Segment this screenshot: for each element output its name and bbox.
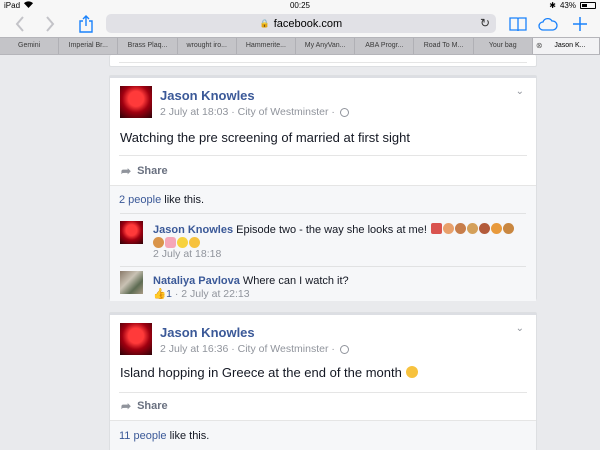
boy-emoji-icon: [491, 223, 503, 235]
status-bar: iPad 00:25 ✱ 43%: [0, 0, 600, 11]
likes-count-link[interactable]: 2 people: [119, 194, 161, 206]
tab-brass-plaque[interactable]: Brass Plaq...: [118, 38, 178, 54]
post-author[interactable]: Jason Knowles: [160, 88, 255, 103]
house-emoji-icon: [431, 223, 443, 235]
post-text: Island hopping in Greece at the end of t…: [120, 365, 418, 380]
emoji-row: [153, 237, 200, 249]
chevron-down-icon[interactable]: ⌄: [516, 86, 524, 97]
share-button[interactable]: ➦ Share: [121, 164, 168, 178]
tab-gemini[interactable]: Gemini: [0, 38, 60, 54]
globe-icon: [339, 344, 349, 354]
tab-jason-knowles[interactable]: ⊗ Jason K...: [532, 38, 600, 54]
comment-meta: 👍1 · 2 July at 22:13: [153, 287, 250, 300]
post-card: Jason Knowles 2 July at 16:36 · City of …: [109, 312, 537, 450]
address-bar[interactable]: 🔒 facebook.com ↻: [106, 14, 496, 33]
share-arrow-icon: ➦: [121, 399, 132, 413]
bluetooth-icon: ✱: [549, 1, 556, 10]
grin-emoji-icon: [189, 237, 200, 249]
tab-wrought-iron[interactable]: wrought iro...: [178, 38, 237, 54]
divider: [120, 213, 526, 214]
comment-text: Where can I watch it?: [239, 275, 349, 287]
reload-icon[interactable]: ↻: [480, 16, 490, 30]
new-tab-icon[interactable]: [570, 14, 590, 34]
comment-timestamp[interactable]: · 2 July at 22:13: [172, 288, 250, 300]
thumbs-up-icon: 👍: [153, 288, 167, 300]
comment-text: Episode two - the way she looks at me!: [233, 224, 427, 236]
tab-aba-progress[interactable]: ABA Progr...: [355, 38, 415, 54]
kiss-emoji-icon: [479, 223, 491, 235]
share-sheet-icon[interactable]: [76, 14, 96, 34]
family-emoji-icon: [443, 223, 455, 235]
tab-strip: Gemini Imperial Br... Brass Plaq... wrou…: [0, 37, 600, 55]
tab-imperial[interactable]: Imperial Br...: [59, 38, 119, 54]
likes-summary: 2 people like this.: [119, 194, 204, 206]
girl-emoji-icon: [503, 223, 515, 235]
wink-emoji-icon: [177, 237, 188, 249]
bookmarks-icon[interactable]: [508, 14, 528, 34]
divider: [119, 392, 527, 393]
share-label: Share: [137, 165, 168, 177]
divider: [119, 155, 527, 156]
post-author[interactable]: Jason Knowles: [160, 325, 255, 340]
grin-emoji-icon: [405, 366, 418, 378]
globe-icon: [339, 107, 349, 117]
likes-summary: 11 people like this.: [119, 430, 209, 442]
comment-avatar[interactable]: [120, 271, 143, 294]
cloud-tabs-icon[interactable]: [538, 14, 558, 34]
previous-post-remnant: [109, 55, 537, 67]
feedback-area: 11 people like this.: [110, 420, 536, 450]
divider: [120, 266, 526, 267]
comment-author[interactable]: Nataliya Pavlova: [153, 275, 240, 287]
post-meta: 2 July at 16:36 · City of Westminster ·: [160, 343, 349, 355]
tab-hammerite[interactable]: Hammerite...: [237, 38, 297, 54]
couple-emoji-icon: [455, 223, 467, 235]
likes-count-link[interactable]: 11 people: [119, 430, 167, 442]
feedback-area: 2 people like this. Jason Knowles Episod…: [110, 185, 536, 301]
likes-suffix: like this.: [161, 194, 205, 206]
divider: [119, 62, 527, 63]
battery-icon: [580, 2, 596, 9]
battery-percent: 43%: [559, 1, 576, 10]
tab-anyvan[interactable]: My AnyVan...: [296, 38, 356, 54]
avatar[interactable]: [120, 86, 152, 118]
tab-your-bag[interactable]: Your bag: [474, 38, 533, 54]
post-card: Jason Knowles 2 July at 18:03 · City of …: [109, 75, 537, 301]
post-meta: 2 July at 18:03 · City of Westminster ·: [160, 106, 349, 118]
share-label: Share: [137, 400, 168, 412]
back-icon[interactable]: [10, 14, 30, 34]
clock: 00:25: [289, 1, 311, 10]
post-text-body: Island hopping in Greece at the end of t…: [120, 365, 402, 380]
card-top-border: [110, 313, 536, 315]
comment: Jason Knowles Episode two - the way she …: [153, 220, 515, 238]
post-timestamp[interactable]: 2 July at 18:03 · City of Westminster ·: [160, 106, 335, 118]
post-timestamp[interactable]: 2 July at 16:36 · City of Westminster ·: [160, 343, 335, 355]
people-emoji-icon: [467, 223, 479, 235]
card-top-border: [110, 76, 536, 78]
share-arrow-icon: ➦: [121, 164, 132, 178]
lock-icon: 🔒: [259, 19, 270, 28]
forward-icon[interactable]: [40, 14, 60, 34]
url-text: facebook.com: [273, 17, 343, 30]
tab-road-to[interactable]: Road To M...: [414, 38, 474, 54]
likes-suffix: like this.: [166, 430, 210, 442]
woman-emoji-icon: [153, 237, 164, 249]
close-tab-icon[interactable]: ⊗: [536, 38, 543, 54]
heart-emoji-icon: [165, 237, 176, 249]
share-button[interactable]: ➦ Share: [121, 399, 168, 413]
post-text: Watching the pre screening of married at…: [120, 130, 410, 145]
avatar[interactable]: [120, 323, 152, 355]
chevron-down-icon[interactable]: ⌄: [516, 323, 524, 334]
comment-avatar[interactable]: [120, 221, 143, 244]
browser-toolbar: 🔒 facebook.com ↻: [0, 11, 600, 37]
emoji-row: [431, 223, 515, 235]
comment-meta[interactable]: 2 July at 18:18: [153, 248, 221, 260]
